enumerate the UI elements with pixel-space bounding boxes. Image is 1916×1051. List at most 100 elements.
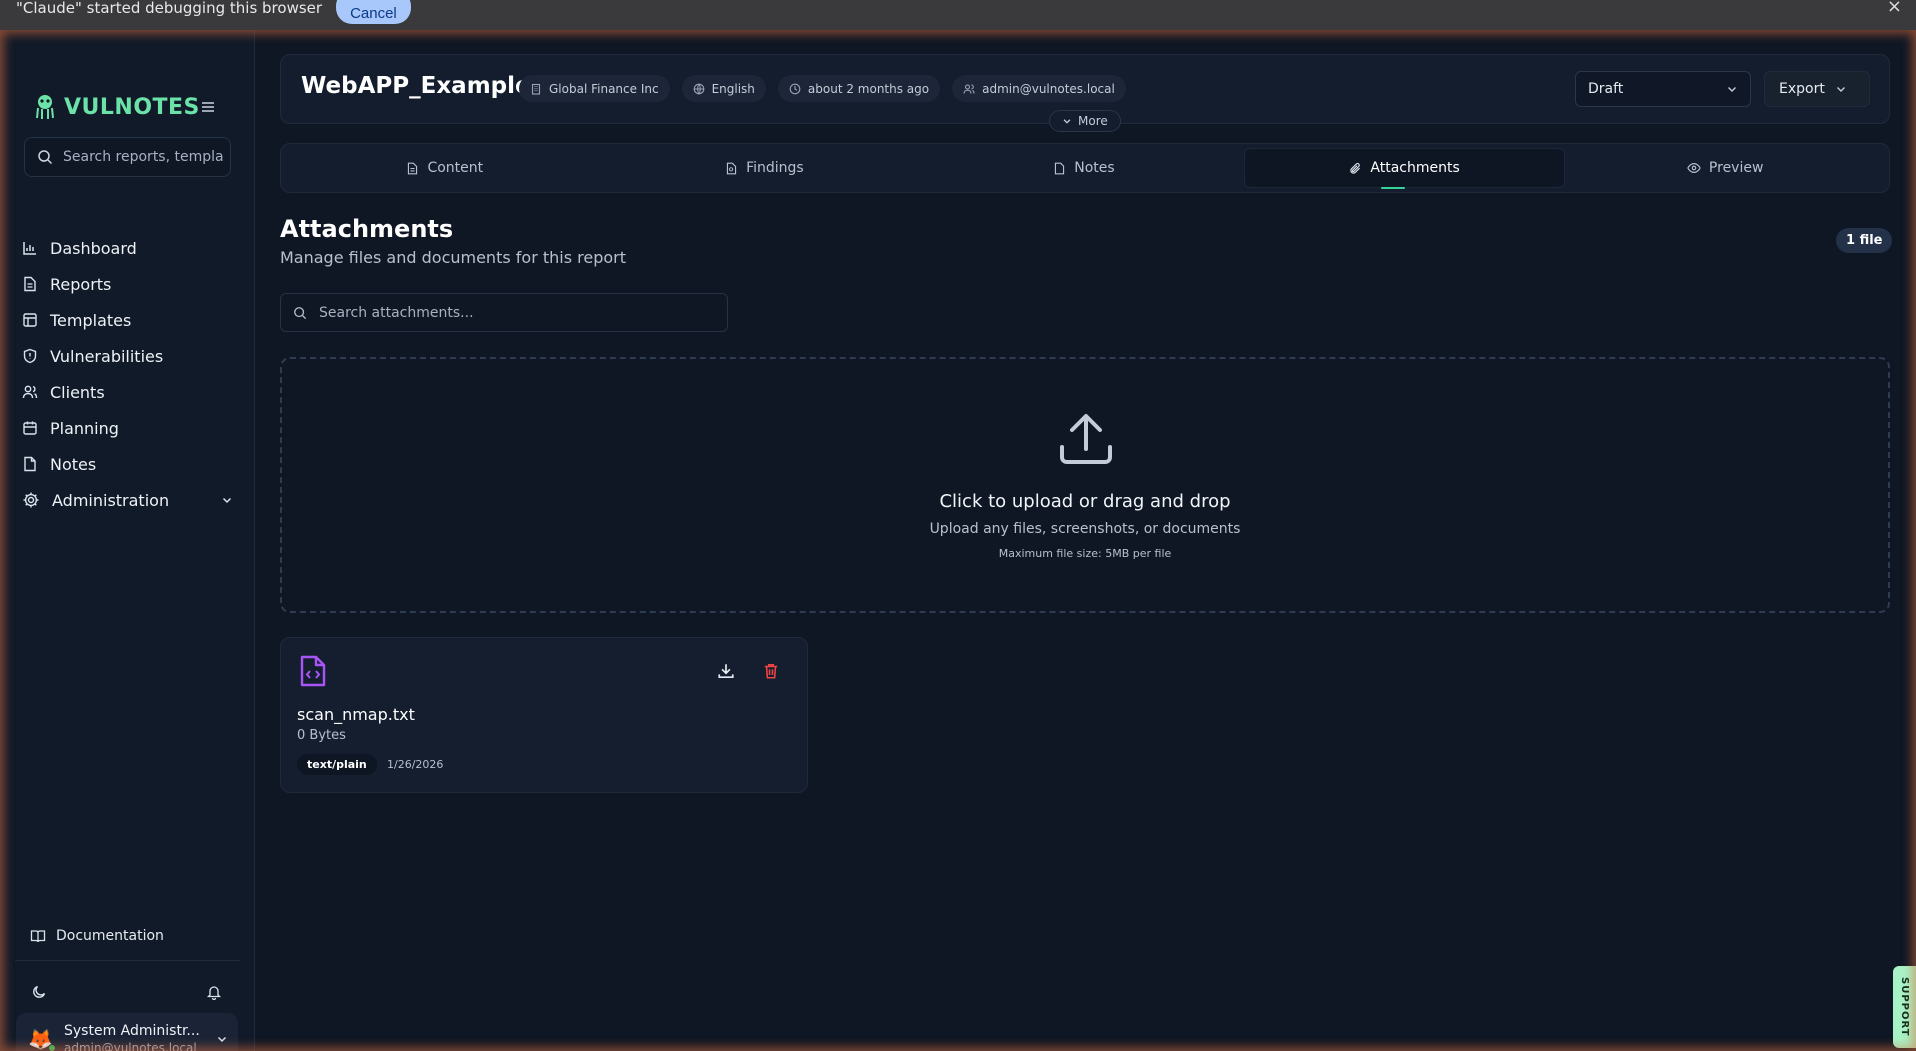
sidebar-item-label: Clients bbox=[50, 382, 105, 402]
export-button[interactable]: Export bbox=[1764, 71, 1870, 107]
file-code-icon bbox=[300, 655, 326, 687]
export-label: Export bbox=[1779, 81, 1825, 97]
page-title: WebAPP_Example bbox=[301, 73, 531, 99]
sidebar-item-label: Templates bbox=[50, 310, 132, 330]
dropzone-subtitle: Upload any files, screenshots, or docume… bbox=[929, 521, 1241, 537]
note-icon bbox=[24, 456, 36, 472]
mime-badge: text/plain bbox=[297, 754, 377, 775]
attachment-search[interactable] bbox=[280, 293, 728, 332]
tab-label: Content bbox=[427, 160, 484, 176]
documentation-label: Documentation bbox=[56, 928, 164, 944]
eye-icon bbox=[1687, 163, 1701, 173]
file-search-icon bbox=[726, 162, 737, 174]
more-button[interactable]: More bbox=[1049, 110, 1121, 132]
updated-value: about 2 months ago bbox=[807, 81, 930, 96]
dropzone-title: Click to upload or drag and drop bbox=[939, 491, 1231, 512]
section-title: Attachments bbox=[280, 215, 454, 243]
users-icon bbox=[963, 83, 975, 94]
search-icon bbox=[38, 150, 53, 165]
chevron-down-icon[interactable] bbox=[221, 494, 233, 506]
online-status-dot bbox=[48, 1044, 56, 1051]
sidebar-divider bbox=[15, 960, 240, 961]
globe-icon bbox=[693, 83, 704, 94]
global-search[interactable] bbox=[24, 137, 231, 177]
debug-banner: "Claude" started debugging this browser … bbox=[0, 0, 1916, 30]
sidebar-item-label: Dashboard bbox=[50, 238, 137, 258]
calendar-icon bbox=[23, 421, 37, 435]
building-icon bbox=[531, 83, 541, 95]
users-icon bbox=[22, 385, 38, 399]
report-tabs: Content Findings Notes Attachments Previ… bbox=[280, 143, 1890, 193]
upload-dropzone[interactable]: Click to upload or drag and drop Upload … bbox=[280, 357, 1890, 613]
paperclip-icon bbox=[1350, 162, 1361, 174]
book-icon bbox=[30, 930, 46, 943]
tab-findings[interactable]: Findings bbox=[605, 148, 925, 188]
gear-icon bbox=[23, 492, 39, 508]
chevron-down-icon bbox=[1836, 87, 1845, 92]
sidebar-item-label: Administration bbox=[52, 490, 170, 510]
avatar: 🦊 bbox=[28, 1026, 56, 1051]
sidebar-item-vulnerabilities[interactable]: Vulnerabilities bbox=[22, 338, 237, 374]
shield-icon bbox=[23, 348, 37, 364]
tab-preview[interactable]: Preview bbox=[1565, 148, 1885, 188]
documentation-link[interactable]: Documentation bbox=[30, 928, 164, 944]
sidebar-item-reports[interactable]: Reports bbox=[22, 266, 237, 302]
upload-icon bbox=[1060, 414, 1112, 464]
status-select[interactable]: Draft bbox=[1575, 71, 1751, 107]
file-date: 1/26/2026 bbox=[387, 758, 444, 771]
bar-chart-icon bbox=[23, 242, 36, 255]
attachment-search-input[interactable] bbox=[319, 304, 699, 321]
tab-label: Preview bbox=[1708, 160, 1764, 176]
menu-icon[interactable] bbox=[200, 100, 216, 114]
client-chip: Global Finance Inc bbox=[519, 75, 670, 102]
sidebar-item-dashboard[interactable]: Dashboard bbox=[22, 230, 237, 266]
language-value: English bbox=[711, 81, 755, 96]
user-menu[interactable]: 🦊 System Administr... admin@vulnotes.loc… bbox=[16, 1013, 238, 1051]
sidebar: VULNOTES Dashboard Reports Templates Vul… bbox=[0, 30, 255, 1051]
global-search-input[interactable] bbox=[63, 149, 223, 165]
support-tab[interactable]: SUPPORT bbox=[1893, 966, 1916, 1048]
owner-chip: admin@vulnotes.local bbox=[952, 75, 1126, 102]
sidebar-item-administration[interactable]: Administration bbox=[22, 482, 237, 518]
trash-icon[interactable] bbox=[762, 662, 780, 680]
bell-icon[interactable] bbox=[206, 984, 222, 1000]
brand-mascot-icon bbox=[36, 95, 54, 119]
sidebar-item-planning[interactable]: Planning bbox=[22, 410, 237, 446]
brand-name: VULNOTES bbox=[64, 94, 200, 120]
close-banner-icon[interactable]: × bbox=[1887, 0, 1902, 17]
file-text-icon bbox=[408, 162, 418, 174]
user-info: System Administr... admin@vulnotes.local bbox=[64, 1023, 200, 1051]
clock-icon bbox=[789, 83, 801, 94]
tab-content[interactable]: Content bbox=[285, 148, 605, 188]
tab-attachments[interactable]: Attachments bbox=[1243, 148, 1566, 189]
dropzone-max-size: Maximum file size: 5MB per file bbox=[998, 547, 1172, 560]
note-icon bbox=[1055, 162, 1065, 174]
file-text-icon bbox=[24, 276, 36, 292]
debug-message: "Claude" started debugging this browser bbox=[16, 0, 323, 17]
sidebar-nav: Dashboard Reports Templates Vulnerabilit… bbox=[22, 230, 237, 518]
sidebar-item-clients[interactable]: Clients bbox=[22, 374, 237, 410]
client-name: Global Finance Inc bbox=[549, 81, 659, 96]
sidebar-item-templates[interactable]: Templates bbox=[22, 302, 237, 338]
attachment-card: scan_nmap.txt 0 Bytes text/plain 1/26/20… bbox=[280, 637, 808, 793]
sidebar-item-label: Notes bbox=[50, 454, 97, 474]
language-chip: English bbox=[681, 75, 766, 102]
user-name: System Administr... bbox=[64, 1023, 200, 1039]
sidebar-item-label: Planning bbox=[50, 418, 119, 438]
chevron-down-icon[interactable] bbox=[216, 1033, 228, 1045]
user-email: admin@vulnotes.local bbox=[64, 1041, 197, 1051]
owner-value: admin@vulnotes.local bbox=[982, 81, 1115, 96]
sidebar-item-notes[interactable]: Notes bbox=[22, 446, 237, 482]
chevron-down-icon bbox=[1063, 119, 1071, 124]
updated-chip: about 2 months ago bbox=[777, 75, 941, 102]
cancel-debug-button[interactable]: Cancel bbox=[336, 0, 411, 24]
file-name[interactable]: scan_nmap.txt bbox=[297, 705, 415, 724]
tab-notes[interactable]: Notes bbox=[924, 148, 1244, 188]
download-icon[interactable] bbox=[717, 662, 735, 680]
tab-label: Notes bbox=[1074, 160, 1115, 176]
brand-logo[interactable]: VULNOTES bbox=[34, 94, 200, 120]
sidebar-item-label: Vulnerabilities bbox=[50, 346, 164, 366]
tab-label: Findings bbox=[746, 160, 804, 176]
tab-label: Attachments bbox=[1370, 160, 1460, 176]
moon-icon[interactable] bbox=[31, 984, 47, 1000]
